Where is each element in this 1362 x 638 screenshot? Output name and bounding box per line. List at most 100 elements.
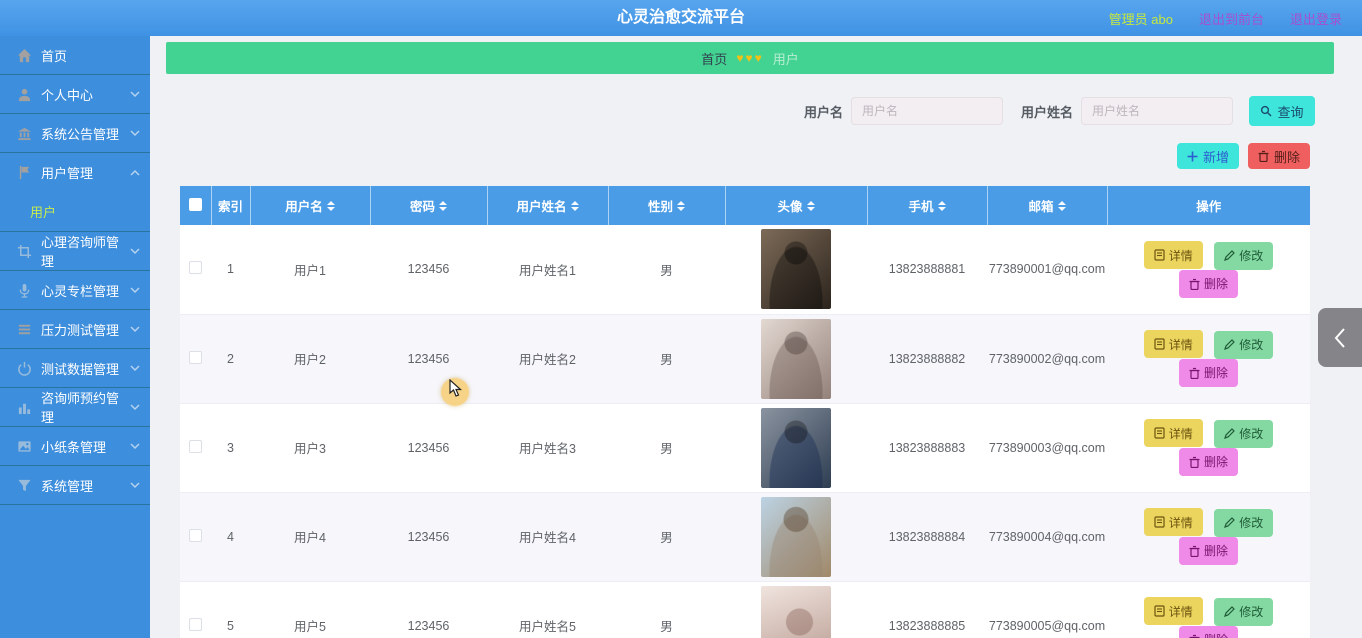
trash-icon [1258,150,1269,162]
add-button[interactable]: 新增 [1177,143,1239,169]
edit-button[interactable]: 修改 [1214,419,1274,448]
sidebar-item-home[interactable]: 首页 [0,36,150,75]
column-header-email[interactable]: 邮箱 [987,186,1108,225]
breadcrumb-hearts-separator: ♥♥♥ [736,51,764,65]
sidebar-item-personal-center[interactable]: 个人中心 [0,75,150,114]
detail-button[interactable]: 详情 [1143,419,1203,448]
edit-button[interactable]: 修改 [1214,241,1274,270]
detail-button[interactable]: 详情 [1143,597,1203,626]
query-button[interactable]: 查询 [1249,96,1315,126]
edit-button[interactable]: 修改 [1214,508,1274,537]
username-input[interactable] [850,97,1003,125]
row-checkbox[interactable] [189,261,202,275]
cell-phone: 13823888885 [888,618,966,633]
cell-index: 2 [227,351,234,366]
table-row: 2 用户2 123456 用户姓名2 男 13823888882 7738900… [180,314,1310,404]
cell-username: 用户1 [294,263,326,278]
logout-to-front-link[interactable]: 退出到前台 [1199,9,1264,28]
select-all-checkbox[interactable] [188,197,202,211]
cell-gender: 男 [660,353,673,367]
column-header-avatar[interactable]: 头像 [725,186,868,225]
cell-phone: 13823888884 [888,529,966,544]
home-icon [17,48,32,63]
sort-icon[interactable] [806,200,815,211]
chevron-down-icon [130,480,140,490]
delete-button[interactable]: 删除 [1178,625,1238,638]
top-header-bar: 心灵治愈交流平台 管理员 abo 退出到前台 退出登录 [0,0,1362,36]
cell-gender: 男 [660,442,673,456]
edit-button[interactable]: 修改 [1214,330,1274,359]
sort-icon[interactable] [1057,200,1066,211]
drawer-collapse-handle[interactable] [1318,308,1362,367]
chevron-down-icon [130,363,140,373]
sidebar-item-label: 小纸条管理 [41,439,107,455]
cell-index: 4 [227,529,234,544]
chevron-down-icon [130,324,140,334]
column-header-phone[interactable]: 手机 [867,186,988,225]
image-icon [17,439,32,454]
cell-password: 123456 [407,351,450,366]
sidebar-subitem-users-active[interactable]: 用户 [0,192,150,232]
power-icon [17,361,32,376]
pencil-icon [1224,606,1236,618]
cell-password: 123456 [407,440,450,455]
cell-name: 用户姓名4 [519,531,576,545]
sort-icon[interactable] [937,200,946,211]
trash-icon [1189,278,1200,290]
sidebar-item-column-management[interactable]: 心灵专栏管理 [0,271,150,310]
column-header-gender[interactable]: 性别 [608,186,726,225]
sidebar-item-label: 心灵专栏管理 [41,283,120,299]
cell-password: 123456 [407,529,450,544]
sort-icon[interactable] [677,200,685,211]
column-header-username[interactable]: 用户名 [250,186,371,225]
breadcrumb-home[interactable]: 首页 [701,49,727,68]
cell-phone: 13823888882 [888,351,966,366]
sidebar-item-appointment-management[interactable]: 咨询师预约管理 [0,388,150,427]
delete-button[interactable]: 删除 [1178,269,1238,298]
row-checkbox[interactable] [189,528,202,542]
table-row: 4 用户4 123456 用户姓名4 男 13823888884 7738900… [180,492,1310,582]
sidebar-item-notes-management[interactable]: 小纸条管理 [0,427,150,466]
sidebar-item-user-management[interactable]: 用户管理 [0,153,150,192]
row-checkbox[interactable] [189,617,202,631]
sort-icon[interactable] [326,200,335,211]
user-icon [17,87,32,102]
table-row: 5 用户5 123456 用户姓名5 男 13823888885 7738900… [180,581,1310,638]
sidebar-item-label: 用户管理 [41,166,94,181]
delete-button[interactable]: 删除 [1178,358,1238,387]
chevron-left-icon [1334,327,1345,348]
sidebar-item-system-management[interactable]: 系统管理 [0,466,150,505]
delete-button[interactable]: 删除 [1178,447,1238,476]
trash-icon [1189,367,1200,379]
announcement-icon [17,126,32,141]
user-fullname-input[interactable] [1081,97,1233,125]
sort-icon[interactable] [439,200,447,211]
edit-button[interactable]: 修改 [1214,597,1274,626]
trash-icon [1189,634,1200,638]
cell-password: 123456 [407,618,450,633]
chevron-down-icon [130,285,140,295]
sidebar-item-announcements[interactable]: 系统公告管理 [0,114,150,153]
sort-icon[interactable] [570,200,579,211]
cell-name: 用户姓名2 [519,353,576,367]
chevron-down-icon [130,441,140,451]
detail-button[interactable]: 详情 [1143,330,1203,359]
column-header-password[interactable]: 密码 [370,186,488,225]
sidebar-item-stress-test-management[interactable]: 压力测试管理 [0,310,150,349]
header-right-links: 管理员 abo 退出到前台 退出登录 [1109,0,1342,36]
delete-button[interactable]: 删除 [1178,536,1238,565]
sidebar-item-counselor-management[interactable]: 心理咨询师管理 [0,232,150,271]
detail-button[interactable]: 详情 [1143,508,1203,537]
batch-delete-button-label: 删除 [1273,149,1300,165]
cell-username: 用户2 [294,353,326,367]
query-button-label: 查询 [1277,104,1304,120]
sidebar-item-test-data-management[interactable]: 测试数据管理 [0,349,150,388]
cell-username: 用户3 [294,442,326,456]
row-checkbox[interactable] [189,439,202,453]
logout-link[interactable]: 退出登录 [1290,9,1342,28]
row-checkbox[interactable] [189,350,202,364]
batch-delete-button[interactable]: 删除 [1248,143,1310,169]
column-header-name[interactable]: 用户姓名 [487,186,609,225]
avatar-image [761,318,831,399]
detail-button[interactable]: 详情 [1143,241,1203,269]
